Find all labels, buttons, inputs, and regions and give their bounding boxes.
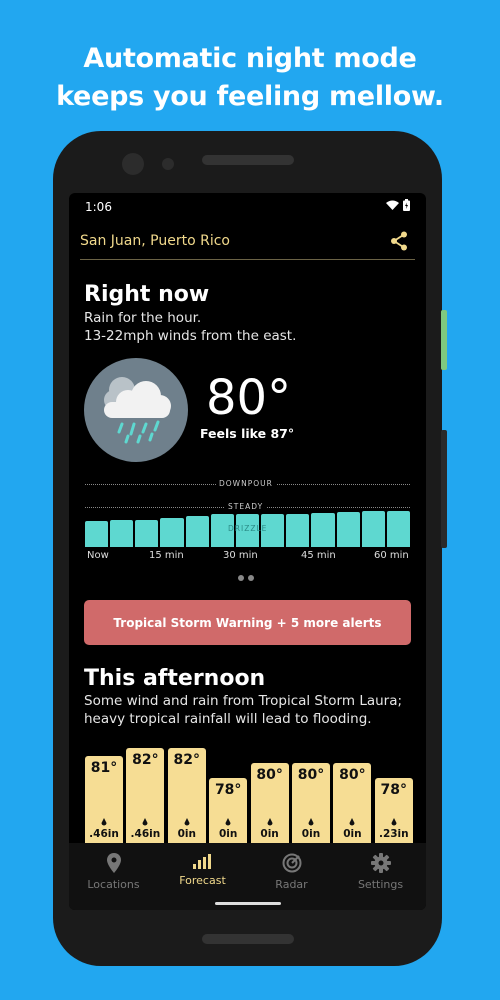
status-time: 1:06 (85, 200, 112, 214)
status-icons (386, 199, 410, 211)
hour-column[interactable]: 82° 0in (167, 748, 206, 843)
raindrop-icon (349, 818, 355, 826)
nav-radar-label: Radar (275, 878, 308, 891)
gear-icon (370, 853, 391, 873)
hour-temp: 82° (173, 752, 201, 768)
drizzle-label: DRIZZLE (228, 524, 268, 533)
raindrop-icon (184, 818, 190, 826)
proximity-sensor (162, 158, 174, 170)
afternoon-line-2: heavy tropical rainfall will lead to flo… (84, 711, 372, 727)
hour-rain: 0in (343, 828, 362, 840)
location-pin-icon (106, 853, 121, 873)
rain-cloud-icon (104, 377, 171, 444)
precip-bar (110, 520, 134, 547)
hour-temp: 78° (380, 782, 408, 798)
promo-headline: Automatic night mode keeps you feeling m… (0, 40, 500, 116)
alert-banner[interactable]: Tropical Storm Warning + 5 more alerts (84, 600, 411, 645)
precip-bar (311, 512, 335, 547)
hour-rain: 0in (218, 828, 238, 840)
downpour-label: DOWNPOUR (216, 479, 276, 488)
tick-60-min: 60 min (374, 550, 409, 561)
battery-icon (403, 199, 410, 211)
wifi-icon (386, 200, 399, 210)
page-indicator[interactable] (238, 575, 254, 581)
page-dot-1[interactable] (238, 575, 244, 581)
raindrop-icon (225, 818, 231, 826)
nav-settings-label: Settings (357, 878, 404, 891)
right-now-title: Right now (84, 282, 210, 307)
nav-locations-label: Locations (87, 878, 140, 891)
share-icon[interactable] (390, 231, 408, 251)
tick-now: Now (87, 550, 109, 561)
header-divider (80, 259, 415, 260)
raindrop-icon (142, 818, 148, 826)
feels-like: Feels like 87° (200, 426, 295, 441)
current-temperature: 80° (206, 370, 292, 426)
front-camera (122, 153, 144, 175)
hour-rain: .46in (130, 828, 161, 840)
bottom-nav: Locations Forecast Radar Settings (69, 843, 426, 910)
hour-rain: .46in (89, 828, 119, 840)
hour-column[interactable]: 80° 0in (292, 763, 330, 843)
phone-screen: 1:06 San Juan, Puerto Rico Right now Rai… (69, 193, 426, 910)
promo-line-2: keeps you feeling mellow. (56, 81, 444, 112)
hour-column[interactable]: 78° 0in (209, 778, 248, 843)
precip-bar (185, 515, 209, 547)
hour-rain: 0in (260, 828, 279, 840)
page-dot-2[interactable] (248, 575, 254, 581)
hour-column[interactable]: 81° .46in (85, 755, 123, 843)
precip-bar (361, 510, 385, 547)
precip-bar (85, 521, 109, 547)
hour-temp: 82° (132, 752, 159, 768)
location-title[interactable]: San Juan, Puerto Rico (80, 233, 230, 249)
raindrop-icon (267, 818, 273, 826)
precip-bar (135, 519, 159, 547)
raindrop-icon (308, 818, 314, 826)
earpiece-speaker (202, 155, 294, 165)
nav-locations[interactable]: Locations (69, 853, 158, 891)
precip-bar (286, 513, 310, 547)
hour-column[interactable]: 78° .23in (374, 778, 413, 843)
raindrop-icon (101, 818, 107, 826)
bottom-speaker (202, 934, 294, 944)
hour-rain: 0in (301, 828, 321, 840)
radar-icon (282, 853, 301, 873)
precip-bar (386, 510, 410, 547)
hour-rain: 0in (177, 828, 196, 840)
afternoon-line-1: Some wind and rain from Tropical Storm L… (84, 693, 403, 709)
hour-temp: 80° (339, 767, 366, 783)
tick-30-min: 30 min (223, 550, 258, 561)
bar-chart-icon (192, 854, 211, 869)
right-now-line-2: 13-22mph winds from the east. (84, 328, 297, 344)
this-afternoon-title: This afternoon (84, 666, 266, 691)
precip-bar (336, 512, 360, 547)
nav-radar[interactable]: Radar (247, 853, 336, 891)
hour-column[interactable]: 82° .46in (126, 748, 165, 843)
nav-forecast-label: Forecast (179, 874, 226, 887)
hour-temp: 81° (90, 759, 118, 776)
hour-temp: 78° (214, 782, 242, 798)
nav-settings[interactable]: Settings (336, 853, 425, 891)
raindrop-icon (391, 818, 397, 826)
phone-volume-button (441, 430, 447, 548)
weather-icon-circle (84, 358, 188, 462)
tick-15-min: 15 min (149, 550, 184, 561)
tick-45-min: 45 min (301, 550, 336, 561)
hour-temp: 80° (297, 767, 325, 783)
phone-side-button (441, 310, 447, 370)
promo-line-1: Automatic night mode (83, 43, 417, 74)
hour-rain: .23in (378, 828, 409, 840)
hour-temp: 80° (256, 767, 283, 783)
nav-forecast[interactable]: Forecast (158, 853, 247, 887)
precip-bar (160, 518, 184, 547)
home-indicator[interactable] (215, 902, 281, 905)
hour-column[interactable]: 80° 0in (250, 763, 289, 843)
right-now-line-1: Rain for the hour. (84, 310, 202, 326)
hourly-forecast: 81° .46in 82° .46in 82° 0in 78° 0in 80° 0in 80° 0in… (69, 743, 426, 843)
hour-column[interactable]: 80° 0in (333, 763, 372, 843)
